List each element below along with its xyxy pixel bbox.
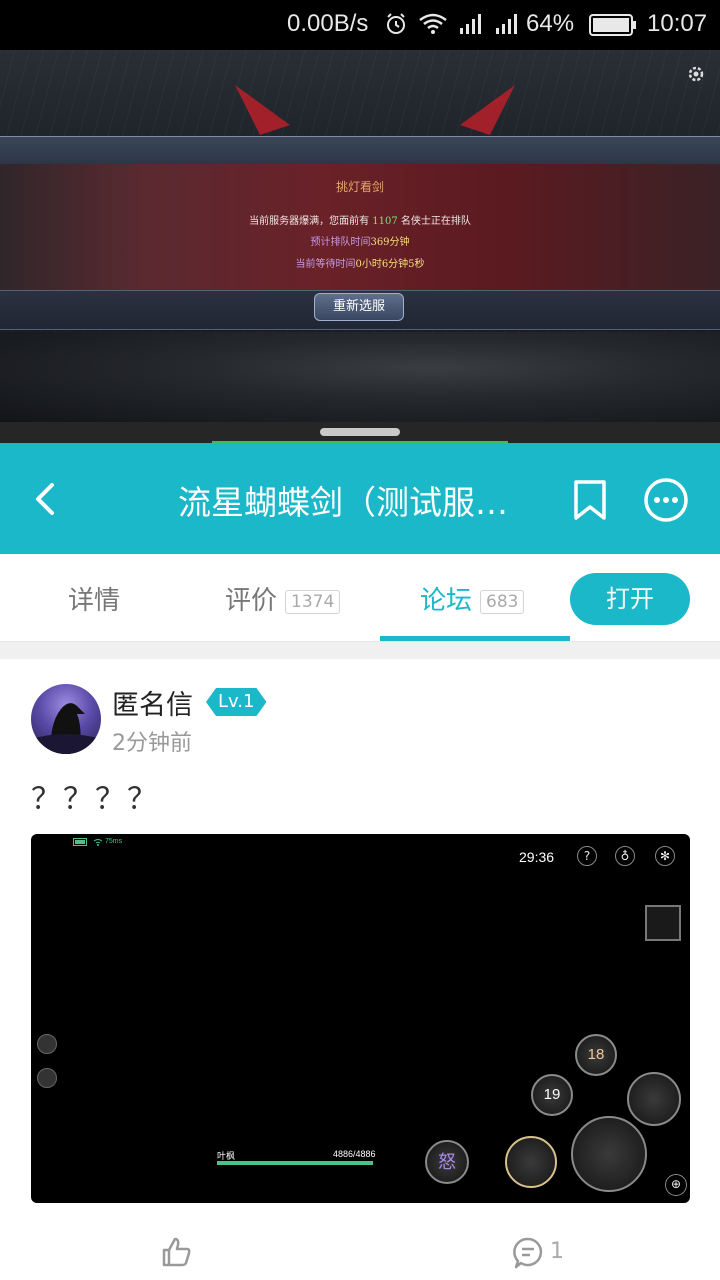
network-speed: 0.00B/s xyxy=(287,10,369,37)
keyboard-icon xyxy=(37,1034,57,1054)
section-divider xyxy=(0,642,720,659)
more-options-icon[interactable] xyxy=(642,476,690,524)
queue-dialog-title: 挑灯看剑 xyxy=(335,180,384,194)
help-icon: ? xyxy=(577,846,597,866)
alarm-icon xyxy=(384,12,408,43)
page-title: 流星蝴蝶剑（测试服… xyxy=(178,483,508,522)
tab-details[interactable]: 详情 xyxy=(68,580,120,617)
avatar[interactable] xyxy=(31,684,101,754)
battery-icon xyxy=(589,13,637,44)
post-author[interactable]: 匿名信 xyxy=(112,683,193,722)
target-lock-icon: ⊕ xyxy=(665,1174,687,1196)
player-hp: 4886/4886 xyxy=(333,1149,376,1159)
weapon-skill-icon xyxy=(627,1072,681,1126)
reselect-server-button[interactable]: 重新选服 xyxy=(314,293,404,321)
potion-icon: ♁ xyxy=(615,846,635,866)
settings-icon: ✻ xyxy=(655,846,675,866)
skill-cooldown-18: 18 xyxy=(575,1034,617,1076)
microphone-icon xyxy=(37,1068,57,1088)
post-time: 2分钟前 xyxy=(112,731,192,756)
ping-text: 75ms xyxy=(105,838,123,845)
minimap-placeholder xyxy=(645,905,681,941)
signal-icon xyxy=(458,12,484,43)
queue-line-2: 预计排队时间369分钟 xyxy=(310,237,410,248)
post-image[interactable]: 75ms 29:36 ? ♁ ✻ 叶枫 4886/4886 怒 19 18 ⊕ xyxy=(31,834,690,1203)
signal-icon-2 xyxy=(494,12,520,43)
match-timer: 29:36 xyxy=(519,849,555,865)
tab-forum[interactable]: 论坛 683 xyxy=(420,580,525,617)
active-tab-indicator xyxy=(380,636,570,641)
game-settings-icon[interactable] xyxy=(686,64,706,84)
game-ornament xyxy=(235,85,515,135)
skill-cooldown-19: 19 xyxy=(531,1074,573,1116)
tab-reviews[interactable]: 评价 1374 xyxy=(225,580,341,617)
comment-icon[interactable] xyxy=(512,1236,544,1270)
like-icon[interactable] xyxy=(160,1236,192,1268)
queue-line-1: 当前服务器爆满，您面前有 1107 名侠士正在排队 xyxy=(249,216,471,227)
rage-skill-icon: 怒 xyxy=(425,1140,469,1184)
comment-count: 1 xyxy=(550,1239,564,1264)
post-content: ？？？？ xyxy=(31,782,159,817)
tab-bar: 详情 评价 1374 论坛 683 打开 xyxy=(0,554,720,642)
game-ground xyxy=(0,332,720,422)
reviews-count: 1374 xyxy=(285,589,341,614)
game-top-band xyxy=(0,136,720,164)
battery-percent: 64% xyxy=(526,10,575,37)
hp-bar xyxy=(217,1161,373,1165)
bookmark-icon[interactable] xyxy=(570,479,610,521)
clock: 10:07 xyxy=(647,10,708,37)
wifi-icon xyxy=(418,12,448,43)
dash-skill-icon xyxy=(505,1136,557,1188)
split-screen-handle[interactable] xyxy=(320,428,400,436)
open-app-button[interactable]: 打开 xyxy=(570,573,690,625)
back-icon[interactable] xyxy=(28,479,64,519)
queue-line-3: 当前等待时间0小时6分钟5秒 xyxy=(295,259,425,270)
wifi-icon xyxy=(93,839,103,846)
level-badge: Lv.1 xyxy=(206,688,266,716)
forum-count: 683 xyxy=(480,589,525,614)
game-window[interactable]: 挑灯看剑 当前服务器爆满，您面前有 1107 名侠士正在排队 预计排队时间369… xyxy=(0,50,720,422)
app-header: 流星蝴蝶剑（测试服… xyxy=(0,443,720,554)
status-bar: 0.00B/s 64% 10:07 xyxy=(0,0,720,50)
forum-post[interactable]: 匿名信 Lv.1 2分钟前 ？？？？ 75ms 29:36 ? ♁ ✻ 叶枫 4… xyxy=(0,659,720,1280)
split-screen-bar[interactable] xyxy=(0,422,720,443)
battery-icon xyxy=(73,838,87,846)
attack-button-icon xyxy=(571,1116,647,1192)
